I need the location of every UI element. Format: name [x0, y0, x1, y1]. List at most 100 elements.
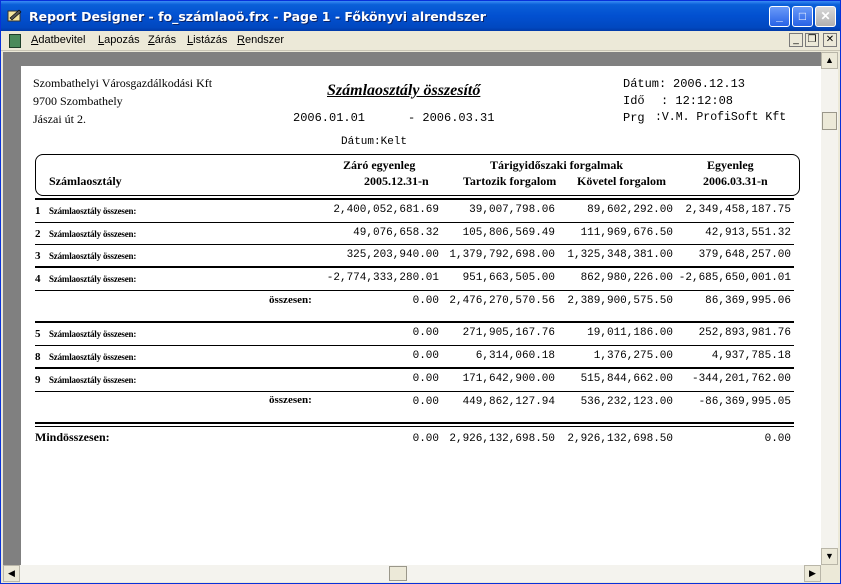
horizontal-scrollbar[interactable]: ◀ ▶ [3, 565, 821, 582]
row-credit: 862,980,226.00 [580, 272, 673, 284]
grand-total-closing: 0.00 [412, 433, 439, 445]
time-label: Idő [623, 94, 645, 108]
col-header-closing-1: Záró egyenleg [343, 158, 416, 172]
row-credit: 111,969,676.50 [580, 227, 673, 239]
subtotal-closing: 0.00 [412, 396, 439, 408]
row-label: Számlaosztály összesen: [49, 352, 137, 362]
subtotal-balance: 86,369,995.06 [705, 295, 791, 307]
scroll-right-button[interactable]: ▶ [804, 565, 821, 582]
row-separator [35, 266, 794, 268]
row-label: Számlaosztály összesen: [49, 375, 137, 385]
row-closing: 2,400,052,681.69 [333, 204, 439, 216]
row-closing: 325,203,940.00 [346, 249, 439, 261]
row-credit: 19,011,186.00 [587, 327, 673, 339]
prg-label: Prg [623, 111, 645, 125]
date-basis: Dátum:Kelt [341, 136, 408, 148]
subtotal-label: összesen: [269, 294, 312, 306]
scrollbar-corner [821, 565, 838, 582]
row-balance: 42,913,551.32 [705, 227, 791, 239]
menu-listazas[interactable]: Listázás [187, 34, 227, 46]
maximize-button[interactable]: □ [792, 6, 813, 27]
time-value: : 12:12:08 [661, 94, 734, 108]
subtotal-debit: 449,862,127.94 [462, 396, 555, 408]
row-number: 1 [35, 205, 41, 217]
period-from: 2006.01.01 [293, 111, 366, 125]
row-separator [35, 367, 794, 369]
menu-zaras[interactable]: Zárás [148, 34, 176, 46]
row-balance: 4,937,785.18 [711, 350, 791, 362]
vertical-scroll-thumb[interactable] [822, 112, 837, 130]
minimize-button[interactable]: _ [769, 6, 790, 27]
scroll-down-button[interactable]: ▼ [821, 548, 838, 565]
vertical-scrollbar[interactable]: ▲ ▼ [821, 52, 838, 565]
row-label: Számlaosztály összesen: [49, 206, 137, 216]
row-number: 9 [35, 374, 41, 386]
row-credit: 1,376,275.00 [593, 350, 673, 362]
row-debit: 1,379,792,698.00 [449, 249, 555, 261]
menu-rendszer[interactable]: Rendszer [237, 34, 284, 46]
subtotal-debit: 2,476,270,570.56 [449, 295, 555, 307]
col-header-closing-2: 2005.12.31-n [364, 174, 429, 188]
scroll-up-button[interactable]: ▲ [821, 52, 838, 69]
row-separator [35, 290, 794, 291]
company-name: Szombathelyi Városgazdálkodási Kft [33, 76, 213, 90]
report-designer-window: Report Designer - fo_számlaoö.frx - Page… [0, 0, 841, 584]
company-city: 9700 Szombathely [33, 94, 123, 108]
grand-total-debit: 2,926,132,698.50 [449, 433, 555, 445]
row-number: 8 [35, 351, 41, 363]
row-number: 5 [35, 328, 41, 340]
row-separator [35, 198, 794, 200]
menu-bar: Adatbevitel Lapozás Zárás Listázás Rends… [1, 31, 840, 51]
mdi-minimize-button[interactable]: _ [789, 33, 803, 47]
report-title: Számlaosztály összesítő [327, 82, 481, 99]
prg-value: :V.M. ProfiSoft Kft [655, 111, 787, 124]
mdi-restore-button[interactable]: ❐ [805, 33, 819, 47]
row-separator [35, 222, 794, 223]
row-credit: 1,325,348,381.00 [567, 249, 673, 261]
row-label: Számlaosztály összesen: [49, 229, 137, 239]
row-number: 3 [35, 250, 41, 262]
row-balance: -2,685,650,001.01 [678, 272, 791, 284]
row-label: Számlaosztály összesen: [49, 251, 137, 261]
row-number: 4 [35, 273, 41, 285]
row-balance: 379,648,257.00 [698, 249, 791, 261]
grand-total-label: Mindösszesen: [35, 430, 110, 444]
row-separator [35, 391, 794, 392]
close-button[interactable]: ✕ [815, 6, 836, 27]
grand-total-credit: 2,926,132,698.50 [567, 433, 673, 445]
row-number: 2 [35, 228, 41, 240]
scroll-left-button[interactable]: ◀ [3, 565, 20, 582]
period-to: - 2006.03.31 [408, 111, 495, 125]
subtotal-credit: 536,232,123.00 [580, 396, 673, 408]
row-closing: 0.00 [412, 327, 439, 339]
row-closing: 49,076,658.32 [353, 227, 439, 239]
document-icon[interactable] [9, 34, 21, 48]
report-page: Szombathelyi Városgazdálkodási Kft 9700 … [21, 66, 821, 565]
row-debit: 105,806,569.49 [462, 227, 555, 239]
row-balance: -344,201,762.00 [691, 373, 791, 385]
col-header-period-group: Tárigyidőszaki forgalmak [490, 158, 624, 172]
col-header-credit: Követel forgalom [577, 174, 666, 188]
subtotal-closing: 0.00 [412, 295, 439, 307]
row-credit: 515,844,662.00 [580, 373, 673, 385]
mdi-close-button[interactable]: ✕ [823, 33, 837, 47]
grand-total-separator [35, 422, 794, 424]
row-balance: 252,893,981.76 [698, 327, 791, 339]
row-balance: 2,349,458,187.75 [685, 204, 791, 216]
menu-adatbevitel[interactable]: Adatbevitel [31, 34, 85, 46]
subtotal-label: összesen: [269, 394, 312, 406]
row-debit: 951,663,505.00 [462, 272, 555, 284]
row-debit: 6,314,060.18 [475, 350, 555, 362]
row-closing: 0.00 [412, 350, 439, 362]
row-label: Számlaosztály összesen: [49, 329, 137, 339]
report-preview-area: Szombathelyi Városgazdálkodási Kft 9700 … [3, 52, 821, 565]
horizontal-scroll-thumb[interactable] [389, 566, 407, 581]
grand-total-balance: 0.00 [764, 433, 791, 445]
menu-lapozas[interactable]: Lapozás [98, 34, 140, 46]
date-value: 2006.12.13 [673, 77, 746, 91]
window-title: Report Designer - fo_számlaoö.frx - Page… [29, 9, 486, 24]
title-bar[interactable]: Report Designer - fo_számlaoö.frx - Page… [1, 1, 840, 31]
row-separator [35, 244, 794, 245]
row-debit: 39,007,798.06 [469, 204, 555, 216]
row-closing: 0.00 [412, 373, 439, 385]
